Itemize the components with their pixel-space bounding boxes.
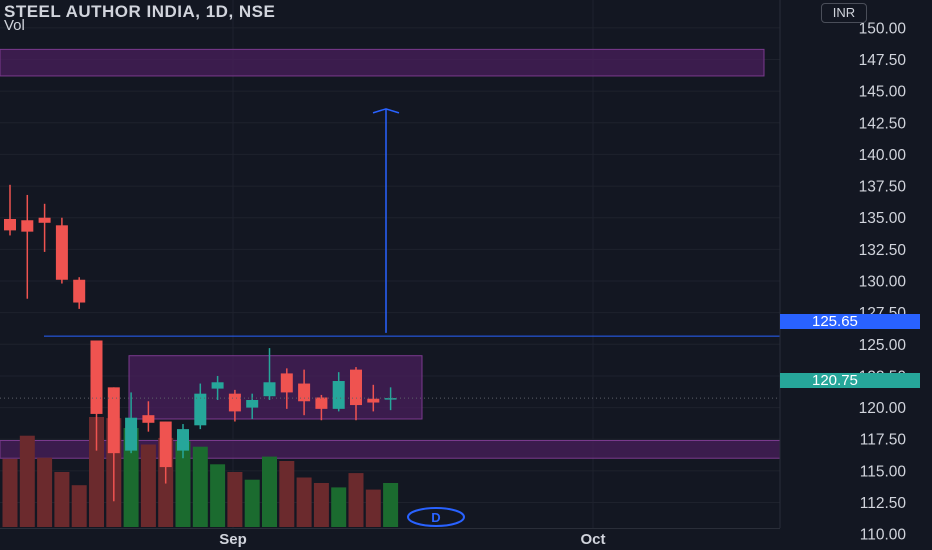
drawing-layer [0,108,780,399]
price-tick-label: 145.00 [859,84,907,101]
candle-body [263,382,276,397]
volume-bar [54,472,70,527]
price-tick-label: 112.50 [860,495,907,512]
price-tick-label: 117.50 [860,432,907,449]
currency-badge[interactable]: INR [821,3,867,23]
price-tick-label: 150.00 [859,20,907,37]
candle-body [4,218,16,231]
candle-body [73,279,86,303]
volume-bar [313,483,329,527]
candle-body [21,220,34,232]
candle-body [90,340,103,414]
candle-body [125,417,138,451]
price-tick-label: 120.00 [859,400,907,417]
volume-bar [331,487,347,527]
volume-label[interactable]: Vol [4,17,25,34]
volume-layer [2,417,399,527]
volume-bar [140,444,156,527]
candle-body [280,373,293,393]
candle-body [107,387,120,454]
candle-body [55,225,68,280]
candle-body [298,383,311,402]
candle-body [332,381,345,409]
price-tick-label: 132.50 [859,242,907,259]
resistance-price-tag: 125.65 [780,314,920,329]
dividend-marker[interactable]: D [407,507,465,527]
volume-bar [192,446,208,527]
volume-bar [348,473,364,527]
candle-body [315,397,328,409]
price-tick-label: 115.00 [860,463,907,480]
volume-bar [262,456,277,527]
price-tick-label: 142.50 [859,115,907,132]
volume-bar [37,457,53,527]
volume-bar [383,483,399,527]
candle-body [159,421,172,468]
price-tick-label: 137.50 [859,179,907,196]
time-axis-background [0,529,780,550]
candle-body [142,415,155,423]
price-tick-label: 125.00 [859,337,907,354]
candle-body [177,429,189,451]
price-tick-label: 140.00 [859,147,907,164]
candle-body [367,398,380,403]
volume-bar [365,489,381,527]
volume-bar [210,464,226,527]
price-axis: 110.00112.50115.00117.50120.00122.50125.… [779,0,932,550]
time-tick-label: Sep [219,531,247,548]
volume-bar [2,458,18,527]
dividend-marker-label: D [431,510,440,525]
volume-bar [296,477,312,527]
price-tick-label: 110.00 [860,527,907,544]
candle-body [384,398,397,400]
candle-body [211,382,224,389]
candle-body [246,400,259,408]
price-chart[interactable]: 110.00112.50115.00117.50120.00122.50125.… [0,0,932,550]
last-price-tag: 120.75 [780,373,920,388]
volume-bar [71,485,87,527]
volume-bar [244,479,260,527]
candle-body [228,393,241,412]
time-tick-label: Oct [580,531,605,548]
candle-body [38,217,51,223]
volume-bar [279,461,295,527]
price-axis-background [780,0,932,550]
time-axis: Sep Oct [0,528,780,550]
volume-bar [227,472,243,527]
price-tick-label: 135.00 [859,210,907,227]
price-tick-label: 130.00 [859,274,907,291]
price-tick-label: 147.50 [859,52,907,69]
candle-body [350,369,362,406]
volume-bar [19,435,35,527]
symbol-title[interactable]: STEEL AUTHOR INDIA, 1D, NSE [4,2,275,22]
zone-rectangle [0,48,765,77]
